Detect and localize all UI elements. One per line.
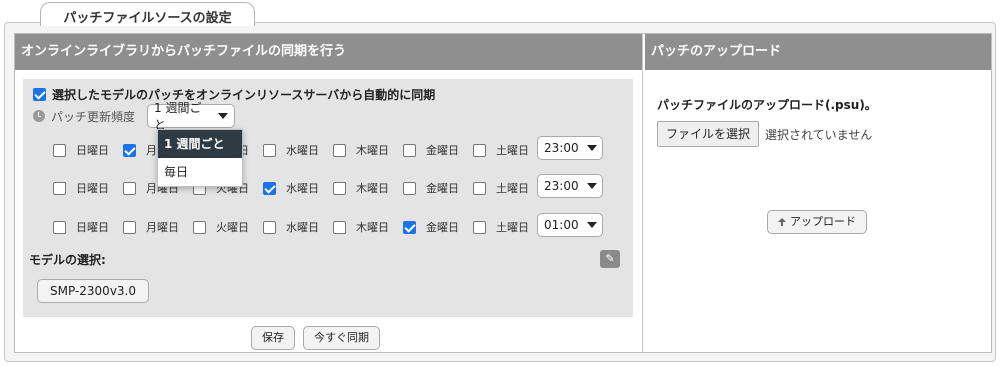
day-label: 月曜日 — [146, 221, 179, 234]
day-label: 日曜日 — [76, 182, 109, 195]
day-checkbox[interactable] — [123, 181, 136, 195]
chevron-down-icon — [586, 222, 597, 228]
update-frequency-row: パッチ更新頻度 1 週間ごと — [33, 101, 236, 132]
day-label: 火曜日 — [216, 221, 249, 234]
day-checkbox[interactable] — [403, 220, 416, 234]
day-checkbox[interactable] — [53, 220, 66, 234]
upload-icon — [778, 217, 787, 227]
day-option: 水曜日 — [263, 180, 333, 196]
day-option: 月曜日 — [123, 219, 193, 235]
day-label: 水曜日 — [286, 221, 319, 234]
save-button[interactable]: 保存 — [251, 326, 295, 350]
update-frequency-value: 1 週間ごと — [154, 101, 202, 132]
day-label: 水曜日 — [286, 182, 319, 195]
day-option: 水曜日 — [263, 219, 333, 235]
day-label: 土曜日 — [496, 221, 529, 234]
day-checkbox[interactable] — [403, 181, 416, 195]
day-option: 水曜日 — [263, 142, 333, 158]
schedule-row: 日曜日月曜日火曜日水曜日木曜日金曜日土曜日 — [53, 180, 543, 196]
tab-patch-source-settings[interactable]: パッチファイルソースの設定 — [40, 2, 255, 26]
time-select[interactable]: 01:00 — [537, 213, 603, 237]
day-option: 金曜日 — [403, 142, 473, 158]
day-checkbox[interactable] — [403, 143, 416, 157]
online-sync-body: 選択したモデルのパッチをオンラインリソースサーバから自動的に同期 パッチ更新頻度… — [23, 79, 633, 317]
patch-upload-panel: パッチのアップロード パッチファイルのアップロード(.psu)。 ファイルを選択… — [645, 34, 991, 352]
day-checkbox[interactable] — [123, 220, 136, 234]
choose-file-button[interactable]: ファイルを選択 — [657, 121, 760, 147]
day-option: 土曜日 — [473, 142, 543, 158]
schedule-row: 日曜日 月曜日 火曜日 水曜日 木曜日 金曜日 土曜日 — [53, 219, 543, 235]
day-option: 土曜日 — [473, 219, 543, 235]
day-option: 木曜日 — [333, 219, 403, 235]
online-sync-header: オンラインライブラリからパッチファイルの同期を行う — [15, 34, 642, 70]
chevron-down-icon — [586, 183, 597, 189]
tab-label: パッチファイルソースの設定 — [63, 11, 232, 26]
chevron-down-icon — [218, 113, 229, 119]
day-label: 土曜日 — [496, 144, 529, 157]
day-option: 日曜日 — [53, 142, 123, 158]
day-option: 金曜日 — [403, 219, 473, 235]
dropdown-option-daily[interactable]: 毎日 — [158, 158, 242, 186]
time-select[interactable]: 23:00 — [537, 136, 603, 160]
day-label: 日曜日 — [76, 221, 109, 234]
upload-title: パッチファイルのアップロード(.psu)。 — [657, 98, 877, 112]
day-checkbox[interactable] — [53, 143, 66, 157]
day-checkbox[interactable] — [473, 181, 486, 195]
day-label: 水曜日 — [286, 144, 319, 157]
clock-icon — [33, 110, 45, 122]
settings-frame: オンラインライブラリからパッチファイルの同期を行う 選択したモデルのパッチをオン… — [4, 22, 996, 362]
day-option: 金曜日 — [403, 180, 473, 196]
day-label: 木曜日 — [356, 144, 389, 157]
day-label: 木曜日 — [356, 182, 389, 195]
auto-sync-row: 選択したモデルのパッチをオンラインリソースサーバから自動的に同期 — [33, 86, 435, 103]
schedule-row: 日曜日月曜日火曜日水曜日木曜日金曜日土曜日 — [53, 142, 543, 158]
upload-button-label: アップロード — [790, 215, 856, 228]
day-checkbox[interactable] — [333, 181, 346, 195]
time-value: 23:00 — [544, 141, 579, 155]
auto-sync-label: 選択したモデルのパッチをオンラインリソースサーバから自動的に同期 — [52, 88, 436, 102]
update-frequency-select[interactable]: 1 週間ごと — [147, 101, 236, 132]
time-value: 01:00 — [544, 218, 579, 232]
update-frequency-label: パッチ更新頻度 — [51, 109, 136, 124]
day-option: 日曜日 — [53, 180, 123, 196]
day-checkbox[interactable] — [473, 143, 486, 157]
time-value: 23:00 — [544, 179, 579, 193]
day-label: 金曜日 — [426, 221, 459, 234]
day-label: 土曜日 — [496, 182, 529, 195]
day-label: 金曜日 — [426, 144, 459, 157]
patch-upload-body: パッチファイルのアップロード(.psu)。 ファイルを選択 選択されていません — [645, 70, 991, 167]
file-picker-row: ファイルを選択 選択されていません — [657, 121, 979, 147]
day-label: 金曜日 — [426, 182, 459, 195]
day-checkbox[interactable] — [333, 143, 346, 157]
dropdown-option-weekly[interactable]: 1 週間ごと — [158, 130, 242, 158]
day-checkbox[interactable] — [53, 181, 66, 195]
day-option: 土曜日 — [473, 180, 543, 196]
day-checkbox[interactable] — [263, 181, 276, 195]
day-checkbox[interactable] — [263, 143, 276, 157]
file-status-text: 選択されていません — [765, 127, 873, 142]
frequency-dropdown-menu: 1 週間ごと 毎日 — [157, 129, 243, 187]
day-option: 木曜日 — [333, 180, 403, 196]
day-label: 木曜日 — [356, 221, 389, 234]
edit-model-button[interactable]: ✎ — [600, 250, 620, 268]
chevron-down-icon — [586, 145, 597, 151]
time-select[interactable]: 23:00 — [537, 174, 603, 198]
settings-panels: オンラインライブラリからパッチファイルの同期を行う 選択したモデルのパッチをオン… — [14, 33, 992, 353]
day-checkbox[interactable] — [193, 220, 206, 234]
model-selection-label: モデルの選択: — [29, 253, 106, 267]
sync-now-button[interactable]: 今すぐ同期 — [303, 326, 380, 350]
upload-button[interactable]: アップロード — [767, 210, 867, 234]
auto-sync-checkbox[interactable] — [33, 88, 46, 101]
patch-upload-header: パッチのアップロード — [645, 34, 991, 70]
day-checkbox[interactable] — [123, 143, 136, 157]
day-label: 日曜日 — [76, 144, 109, 157]
day-option: 木曜日 — [333, 142, 403, 158]
day-option: 火曜日 — [193, 219, 263, 235]
online-sync-panel: オンラインライブラリからパッチファイルの同期を行う 選択したモデルのパッチをオン… — [15, 34, 643, 352]
day-option: 日曜日 — [53, 219, 123, 235]
day-checkbox[interactable] — [263, 220, 276, 234]
model-button[interactable]: SMP-2300v3.0 — [37, 279, 149, 303]
day-checkbox[interactable] — [333, 220, 346, 234]
day-checkbox[interactable] — [473, 220, 486, 234]
